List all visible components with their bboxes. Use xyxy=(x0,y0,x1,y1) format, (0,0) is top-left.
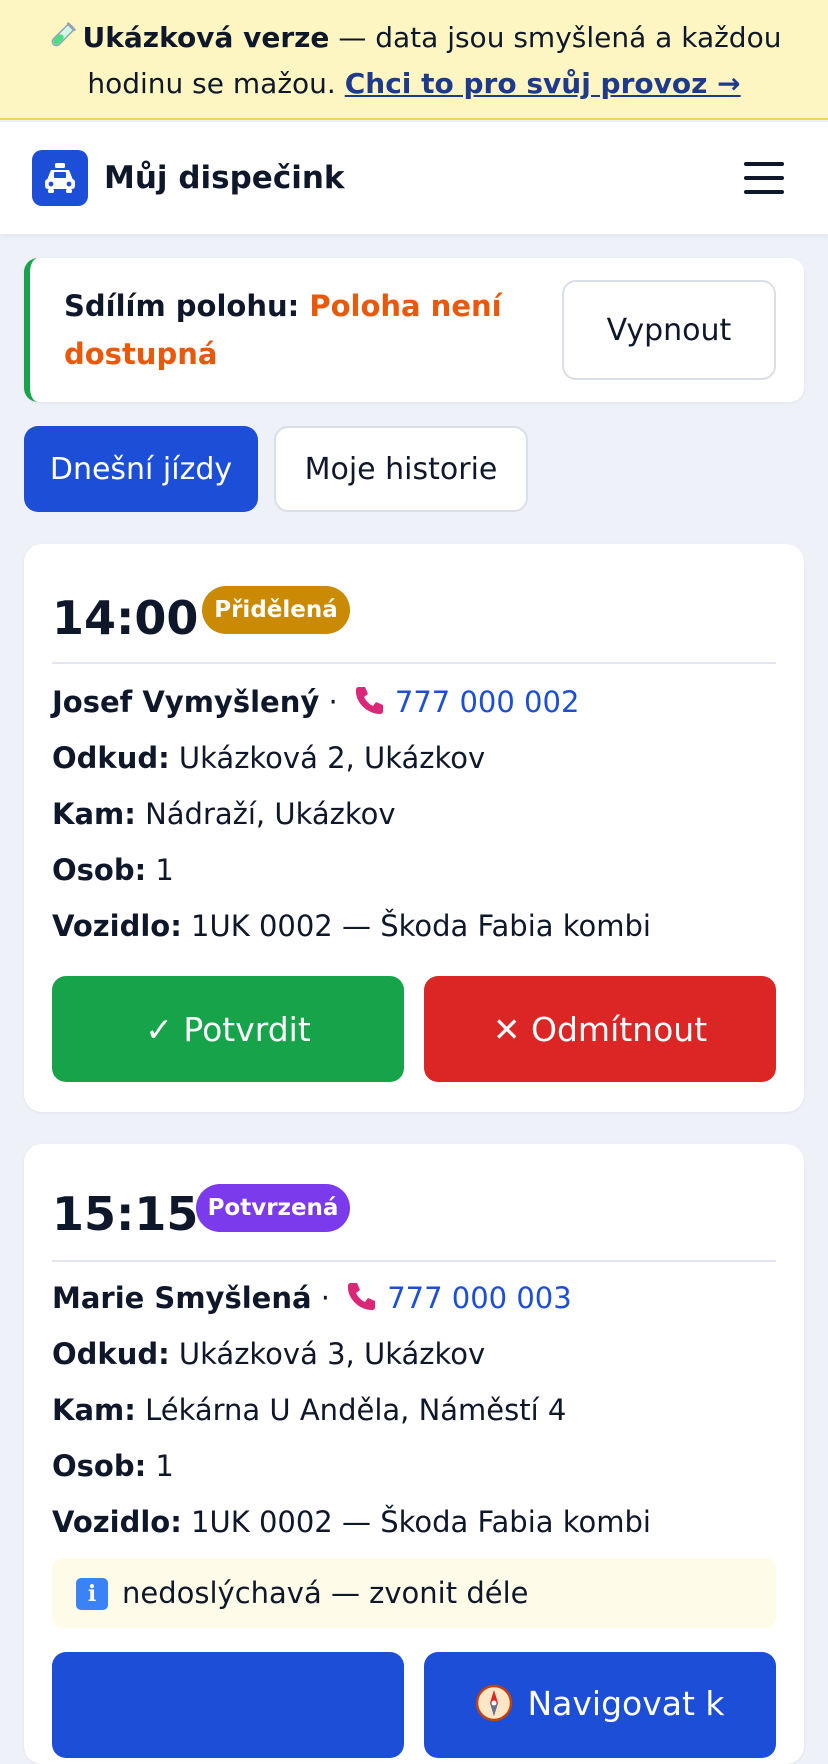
vehicle-line: Vozidlo: 1UK 0002 — Škoda Fabia kombi xyxy=(52,898,776,954)
tab-today-rides[interactable]: Dnešní jízdy xyxy=(24,426,258,512)
from-label: Odkud: xyxy=(52,741,170,775)
persons-label: Osob: xyxy=(52,853,147,887)
from-line: Odkud: Ukázková 2, Ukázkov xyxy=(52,730,776,786)
vehicle-line: Vozidlo: 1UK 0002 — Škoda Fabia kombi xyxy=(52,1494,776,1550)
test-tube-icon xyxy=(51,22,76,47)
phone-icon xyxy=(355,687,383,714)
to-value: Lékárna U Anděla, Náměstí 4 xyxy=(145,1393,567,1427)
from-line: Odkud: Ukázková 3, Ukázkov xyxy=(52,1326,776,1382)
persons-label: Osob: xyxy=(52,1449,147,1483)
to-line: Kam: Nádraží, Ukázkov xyxy=(52,786,776,842)
customer-name: Marie Smyšlená xyxy=(52,1281,312,1315)
to-label: Kam: xyxy=(52,797,136,831)
app-header: Můj dispečink xyxy=(0,122,828,234)
banner-bold-text: Ukázková verze xyxy=(82,21,330,54)
app-title: Můj dispečink xyxy=(104,160,345,196)
vehicle-label: Vozidlo: xyxy=(52,1505,182,1539)
vehicle-value: 1UK 0002 — Škoda Fabia kombi xyxy=(191,1505,651,1539)
vehicle-label: Vozidlo: xyxy=(52,909,182,943)
phone-link[interactable]: 777 000 003 xyxy=(387,1281,572,1315)
location-label: Sdílím polohu: xyxy=(64,289,300,323)
to-line: Kam: Lékárna U Anděla, Náměstí 4 xyxy=(52,1382,776,1438)
status-badge: Přidělená xyxy=(202,586,350,634)
navigate-label: Navigovat k xyxy=(527,1684,725,1723)
to-label: Kam: xyxy=(52,1393,136,1427)
customer-name: Josef Vymyšlený xyxy=(52,685,320,719)
compass-icon xyxy=(476,1684,513,1722)
from-value: Ukázková 2, Ukázkov xyxy=(178,741,486,775)
action-button[interactable] xyxy=(52,1652,404,1758)
ride-time: 14:00 xyxy=(52,591,199,645)
ride-note: i nedoslýchavá — zvonit déle xyxy=(52,1558,776,1628)
taxi-icon xyxy=(45,163,75,193)
status-badge: Potvrzená xyxy=(196,1184,350,1232)
reject-button[interactable]: ✕ Odmítnout xyxy=(424,976,776,1082)
card-divider xyxy=(52,662,776,664)
persons-line: Osob: 1 xyxy=(52,1438,776,1494)
location-status-text: Sdílím polohu: Poloha není dostupná xyxy=(64,282,504,378)
persons-value: 1 xyxy=(155,853,174,887)
location-sharing-card: Sdílím polohu: Poloha není dostupná Vypn… xyxy=(24,258,804,402)
phone-link[interactable]: 777 000 002 xyxy=(395,685,580,719)
to-value: Nádraží, Ukázkov xyxy=(145,797,396,831)
customer-line: Josef Vymyšlený · 777 000 002 xyxy=(52,685,580,719)
ride-card: 14:00 Přidělená Josef Vymyšlený · 777 00… xyxy=(24,544,804,1112)
confirm-button[interactable]: ✓ Potvrdit xyxy=(52,976,404,1082)
persons-line: Osob: 1 xyxy=(52,842,776,898)
banner-link[interactable]: Chci to pro svůj provoz → xyxy=(345,67,741,100)
persons-value: 1 xyxy=(155,1449,174,1483)
card-divider xyxy=(52,1260,776,1262)
from-label: Odkud: xyxy=(52,1337,170,1371)
customer-line: Marie Smyšlená · 777 000 003 xyxy=(52,1281,572,1315)
app-logo xyxy=(32,150,88,206)
location-off-button[interactable]: Vypnout xyxy=(562,280,776,380)
tab-my-history[interactable]: Moje historie xyxy=(274,426,528,512)
vehicle-value: 1UK 0002 — Škoda Fabia kombi xyxy=(191,909,651,943)
ride-card: 15:15 Potvrzená Marie Smyšlená · 777 000… xyxy=(24,1144,804,1764)
ride-time: 15:15 xyxy=(52,1187,199,1241)
info-icon: i xyxy=(76,1578,108,1610)
demo-banner: Ukázková verze — data jsou smyšlená a ka… xyxy=(0,0,828,120)
hamburger-menu-icon[interactable] xyxy=(744,158,784,198)
phone-icon xyxy=(348,1283,376,1310)
navigate-button[interactable]: Navigovat k xyxy=(424,1652,776,1758)
from-value: Ukázková 3, Ukázkov xyxy=(178,1337,486,1371)
note-text: nedoslýchavá — zvonit déle xyxy=(122,1576,529,1610)
